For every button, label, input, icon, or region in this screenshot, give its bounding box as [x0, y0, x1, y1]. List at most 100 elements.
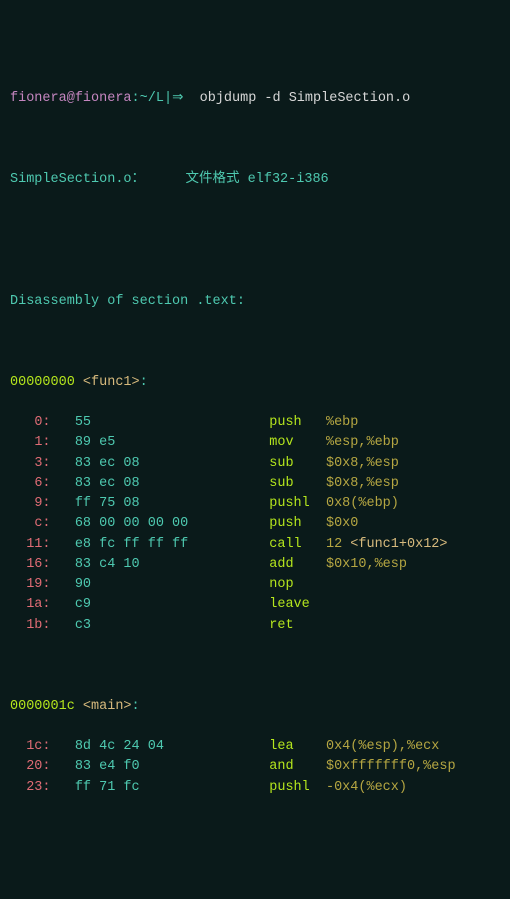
hex-bytes: c9: [51, 597, 245, 612]
offset-addr: 19:: [26, 577, 50, 592]
disasm-row: 0: 55 push %ebp: [10, 413, 500, 433]
operands: -0x4(%ecx): [326, 780, 407, 795]
disasm-row: 16: 83 c4 10 add $0x10,%esp: [10, 555, 500, 575]
blank-line: [10, 211, 500, 231]
operands: $0x0: [326, 516, 358, 531]
hex-bytes: c3: [51, 618, 245, 633]
prompt-host: fionera: [75, 91, 132, 106]
row-pad: [10, 780, 26, 795]
disasm-row: 11: e8 fc ff ff ff call 12 <func1+0x12>: [10, 535, 500, 555]
mnemonic: lea: [245, 739, 326, 754]
prompt-bar: |: [164, 91, 172, 106]
mnemonic: add: [245, 557, 326, 572]
row-pad: [10, 577, 26, 592]
hex-bytes: ff 75 08: [51, 496, 245, 511]
hex-bytes: 55: [51, 415, 245, 430]
hex-bytes: 8d 4c 24 04: [51, 739, 245, 754]
file-format: 文件格式 elf32-i386: [186, 172, 329, 187]
offset-addr: 3:: [34, 456, 50, 471]
disasm-row: 1c: 8d 4c 24 04 lea 0x4(%esp),%ecx: [10, 737, 500, 757]
func1-label: 00000000 <func1>:: [10, 373, 500, 393]
spacer: [145, 172, 186, 187]
disasm-row: 19: 90 nop: [10, 575, 500, 595]
disasm-row: c: 68 00 00 00 00 push $0x0: [10, 514, 500, 534]
label-colon: :: [132, 699, 140, 714]
prompt-colon: :: [132, 91, 140, 106]
prompt-at: @: [67, 91, 75, 106]
offset-addr: 20:: [26, 759, 50, 774]
mnemonic: sub: [245, 456, 326, 471]
label-addr: 0000001c: [10, 699, 83, 714]
row-pad: [10, 597, 26, 612]
prompt-user: fionera: [10, 91, 67, 106]
row-pad: [10, 537, 26, 552]
disasm-row: 9: ff 75 08 pushl 0x8(%ebp): [10, 494, 500, 514]
row-pad: [10, 516, 34, 531]
offset-addr: 1:: [34, 435, 50, 450]
symbol-ref: <func1+0x12>: [350, 537, 447, 552]
blank-line: [10, 130, 500, 150]
row-pad: [10, 759, 26, 774]
row-pad: [10, 618, 26, 633]
offset-addr: 0:: [34, 415, 50, 430]
blank-line: [10, 656, 500, 676]
operands: %esp,%ebp: [326, 435, 399, 450]
mnemonic: pushl: [245, 496, 326, 511]
row-pad: [10, 435, 34, 450]
hex-bytes: 89 e5: [51, 435, 245, 450]
offset-addr: 9:: [34, 496, 50, 511]
file-header-line: SimpleSection.o： 文件格式 elf32-i386: [10, 170, 500, 190]
operands: $0x8,%esp: [326, 456, 399, 471]
operands: $0x10,%esp: [326, 557, 407, 572]
label-addr: 00000000: [10, 375, 83, 390]
mnemonic: pushl: [245, 780, 326, 795]
operands: %ebp: [326, 415, 358, 430]
operands: 12: [326, 537, 350, 552]
disasm-row: 6: 83 ec 08 sub $0x8,%esp: [10, 474, 500, 494]
row-pad: [10, 456, 34, 471]
row-pad: [10, 415, 34, 430]
prompt-path: ~/L: [140, 91, 164, 106]
func1-body: 0: 55 push %ebp 1: 89 e5 mov %esp,%ebp 3…: [10, 413, 500, 636]
offset-addr: 1c:: [26, 739, 50, 754]
operands: 0x8(%ebp): [326, 496, 399, 511]
mnemonic: push: [245, 516, 326, 531]
mnemonic: mov: [245, 435, 326, 450]
offset-addr: 1b:: [26, 618, 50, 633]
offset-addr: 16:: [26, 557, 50, 572]
row-pad: [10, 496, 34, 511]
row-pad: [10, 739, 26, 754]
operands: $0x8,%esp: [326, 476, 399, 491]
label-colon: :: [140, 375, 148, 390]
hex-bytes: 68 00 00 00 00: [51, 516, 245, 531]
file-name: SimpleSection.o：: [10, 172, 145, 187]
hex-bytes: 83 ec 08: [51, 456, 245, 471]
mnemonic: leave: [245, 597, 310, 612]
mnemonic: nop: [245, 577, 294, 592]
mnemonic: push: [245, 415, 326, 430]
offset-addr: 1a:: [26, 597, 50, 612]
offset-addr: c:: [34, 516, 50, 531]
disasm-row: 1b: c3 ret: [10, 616, 500, 636]
disasm-row: 1: 89 e5 mov %esp,%ebp: [10, 433, 500, 453]
mnemonic: ret: [245, 618, 294, 633]
label-name: <func1>: [83, 375, 140, 390]
mnemonic: and: [245, 759, 326, 774]
operands: 0x4(%esp),%ecx: [326, 739, 439, 754]
command-text: objdump -d SimpleSection.o: [200, 91, 411, 106]
mnemonic: call: [245, 537, 326, 552]
disasm-row: 23: ff 71 fc pushl -0x4(%ecx): [10, 778, 500, 798]
hex-bytes: 83 ec 08: [51, 476, 245, 491]
disasm-row: 3: 83 ec 08 sub $0x8,%esp: [10, 454, 500, 474]
offset-addr: 23:: [26, 780, 50, 795]
hex-bytes: e8 fc ff ff ff: [51, 537, 245, 552]
offset-addr: 11:: [26, 537, 50, 552]
row-pad: [10, 557, 26, 572]
blank-line: [10, 251, 500, 271]
row-pad: [10, 476, 34, 491]
disasm-row: 20: 83 e4 f0 and $0xfffffff0,%esp: [10, 757, 500, 777]
mnemonic: sub: [245, 476, 326, 491]
hex-bytes: 83 e4 f0: [51, 759, 245, 774]
prompt-line[interactable]: fionera@fionera:~/L|⇒ objdump -d SimpleS…: [10, 89, 500, 109]
main-label: 0000001c <main>:: [10, 697, 500, 717]
